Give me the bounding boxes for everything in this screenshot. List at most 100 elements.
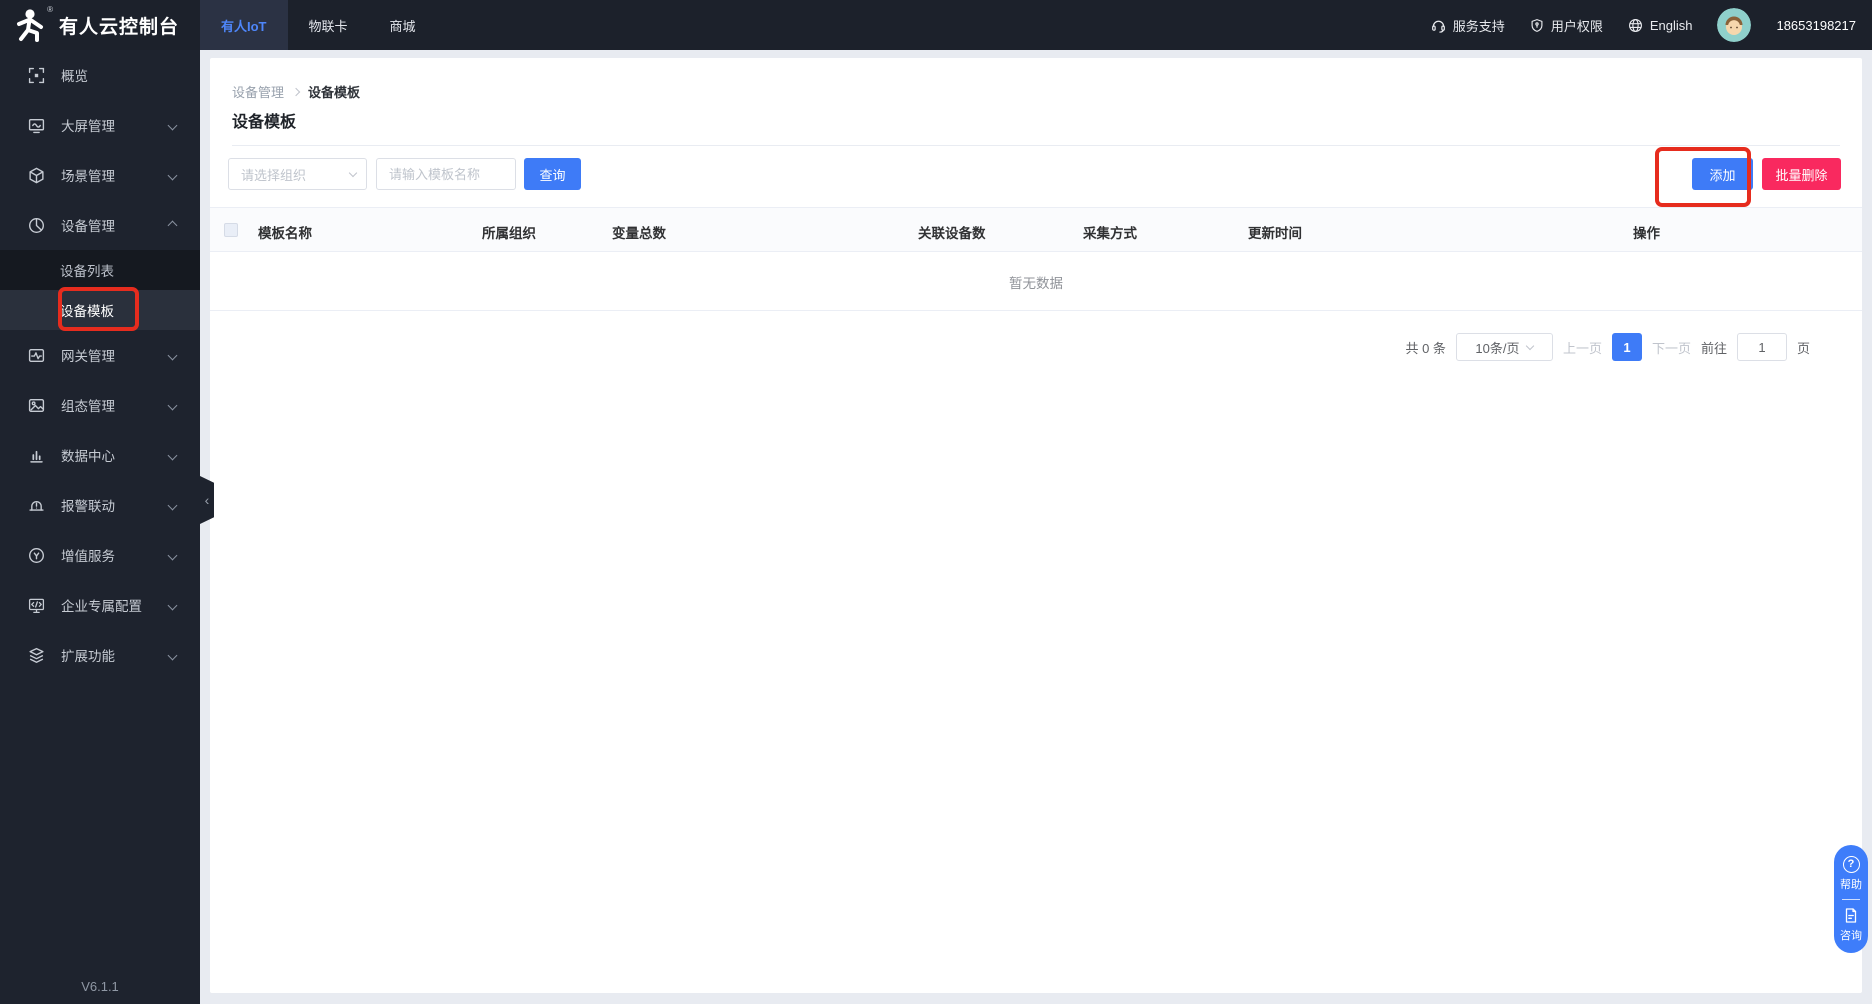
- template-name-input[interactable]: [376, 158, 516, 190]
- col-update-time: 更新时间: [1248, 226, 1302, 241]
- select-all-checkbox[interactable]: [224, 223, 238, 237]
- chevron-down-icon: [167, 350, 178, 361]
- breadcrumb-device-template: 设备模板: [308, 85, 361, 100]
- sidebar-item-value-added[interactable]: 增值服务: [0, 530, 200, 580]
- tab-youren-iot[interactable]: 有人IoT: [200, 0, 288, 50]
- sidebar: 概览 大屏管理 场景管理 设备管理 设备列表 设备模板 网关管理 组态管理 数据…: [0, 50, 200, 1004]
- chevron-down-icon: [167, 400, 178, 411]
- app-version: V6.1.1: [81, 979, 119, 994]
- empty-data-text: 暂无数据: [1009, 275, 1063, 291]
- sidebar-item-label: 设备模板: [60, 304, 114, 319]
- chevron-down-icon: [167, 500, 178, 511]
- breadcrumb-device-mgmt[interactable]: 设备管理: [232, 82, 284, 101]
- service-support-item[interactable]: 服务支持: [1431, 16, 1505, 35]
- extension-icon: [28, 647, 45, 664]
- breadcrumb: 设备管理 设备模板: [232, 82, 360, 101]
- chevron-right-icon: [291, 87, 301, 96]
- sidebar-item-label: 大屏管理: [61, 119, 115, 134]
- alarm-icon: [28, 497, 45, 514]
- top-tabs: 有人IoT 物联卡 商城: [200, 0, 437, 50]
- org-select-placeholder: 请选择组织: [241, 167, 307, 183]
- logo-area[interactable]: ® 有人云控制台: [0, 0, 200, 50]
- sidebar-item-label: 扩展功能: [61, 649, 115, 664]
- tab-iot-card[interactable]: 物联卡: [288, 0, 369, 50]
- prev-page-button[interactable]: 上一页: [1563, 338, 1602, 357]
- consult-button[interactable]: 咨询: [1840, 907, 1862, 943]
- language-label: English: [1649, 17, 1693, 33]
- sidebar-item-gateway-mgmt[interactable]: 网关管理: [0, 330, 200, 380]
- sidebar-item-label: 报警联动: [61, 499, 115, 514]
- sidebar-collapse-handle[interactable]: ‹: [200, 476, 214, 524]
- table-empty-row: 暂无数据: [210, 253, 1862, 311]
- col-collect-method: 采集方式: [1083, 226, 1137, 241]
- floating-helper: ? 帮助 咨询: [1834, 845, 1868, 953]
- user-avatar[interactable]: [1717, 8, 1752, 42]
- chevron-up-icon: [167, 220, 178, 231]
- chevron-down-icon: [167, 170, 178, 181]
- search-button[interactable]: 查询: [524, 158, 581, 190]
- col-actions: 操作: [1633, 226, 1660, 241]
- user-phone-number: 18653198217: [1776, 17, 1856, 33]
- tab-mall[interactable]: 商城: [369, 0, 437, 50]
- sidebar-item-extensions[interactable]: 扩展功能: [0, 630, 200, 680]
- sidebar-item-label: 设备管理: [61, 219, 115, 234]
- scada-icon: [28, 397, 45, 414]
- topbar-right: 服务支持 用户权限 English 18653198217: [1431, 0, 1872, 50]
- sidebar-item-data-center[interactable]: 数据中心: [0, 430, 200, 480]
- sidebar-item-device-list[interactable]: 设备列表: [0, 250, 200, 290]
- sidebar-item-label: 企业专属配置: [61, 599, 142, 614]
- help-button[interactable]: ? 帮助: [1840, 855, 1862, 892]
- sidebar-item-label: 场景管理: [61, 169, 115, 184]
- goto-page-input[interactable]: [1736, 333, 1787, 361]
- gateway-icon: [28, 347, 45, 364]
- sidebar-item-scene-mgmt[interactable]: 场景管理: [0, 150, 200, 200]
- app-title: 有人云控制台: [59, 16, 180, 38]
- consult-label: 咨询: [1840, 929, 1862, 942]
- user-permissions-item[interactable]: 用户权限: [1530, 16, 1603, 35]
- enterprise-icon: [28, 597, 45, 614]
- sidebar-item-label: 数据中心: [61, 449, 115, 464]
- batch-delete-button[interactable]: 批量删除: [1762, 158, 1841, 190]
- sidebar-item-label: 网关管理: [61, 349, 115, 364]
- sidebar-item-enterprise-config[interactable]: 企业专属配置: [0, 580, 200, 630]
- user-permissions-label: 用户权限: [1550, 18, 1603, 34]
- registered-mark: ®: [47, 5, 53, 14]
- page-size-value: 10条/页: [1475, 340, 1520, 356]
- col-organization: 所属组织: [482, 226, 536, 241]
- app-root: ® 有人云控制台 有人IoT 物联卡 商城 服务支持 用户权限 English …: [0, 0, 1872, 1004]
- current-page-button[interactable]: 1: [1611, 333, 1642, 361]
- org-select[interactable]: 请选择组织: [228, 158, 367, 190]
- add-button[interactable]: 添加: [1692, 158, 1753, 190]
- chevron-down-icon: [167, 550, 178, 561]
- page-size-select[interactable]: 10条/页: [1455, 333, 1553, 361]
- shield-icon: [1531, 18, 1543, 32]
- sidebar-item-label: 概览: [61, 69, 88, 84]
- scene-icon: [28, 167, 45, 184]
- page-unit-label: 页: [1796, 340, 1810, 356]
- headset-icon: [1431, 20, 1445, 33]
- vas-icon: [28, 547, 45, 564]
- screen-icon: [28, 117, 45, 134]
- sidebar-item-device-mgmt[interactable]: 设备管理: [0, 200, 200, 250]
- sidebar-item-scada-mgmt[interactable]: 组态管理: [0, 380, 200, 430]
- topbar: ® 有人云控制台 有人IoT 物联卡 商城 服务支持 用户权限 English …: [0, 0, 1872, 50]
- sidebar-item-screen-mgmt[interactable]: 大屏管理: [0, 100, 200, 150]
- chevron-down-icon: [167, 450, 178, 461]
- pagination-total: 共 0 条: [1405, 340, 1446, 356]
- sidebar-item-overview[interactable]: 概览: [0, 50, 200, 100]
- brand-logo-icon: ®: [13, 5, 53, 43]
- sidebar-item-label: 增值服务: [61, 549, 115, 564]
- device-mgmt-submenu: 设备列表 设备模板: [0, 250, 200, 331]
- sidebar-item-device-template[interactable]: 设备模板: [0, 287, 200, 331]
- chevron-down-icon: [167, 120, 178, 131]
- title-divider: [232, 145, 1840, 146]
- sidebar-item-alarm-linkage[interactable]: 报警联动: [0, 480, 200, 530]
- col-template-name: 模板名称: [258, 226, 312, 241]
- language-item[interactable]: English: [1628, 17, 1693, 33]
- device-icon: [28, 217, 45, 234]
- chevron-down-icon: [167, 650, 178, 661]
- question-icon: ?: [1842, 855, 1860, 873]
- sidebar-item-label: 设备列表: [60, 264, 114, 279]
- next-page-button[interactable]: 下一页: [1652, 338, 1691, 357]
- main-panel: 设备管理 设备模板 设备模板 请选择组织 查询 添加 批量删除 模板名称 所属组…: [210, 58, 1862, 993]
